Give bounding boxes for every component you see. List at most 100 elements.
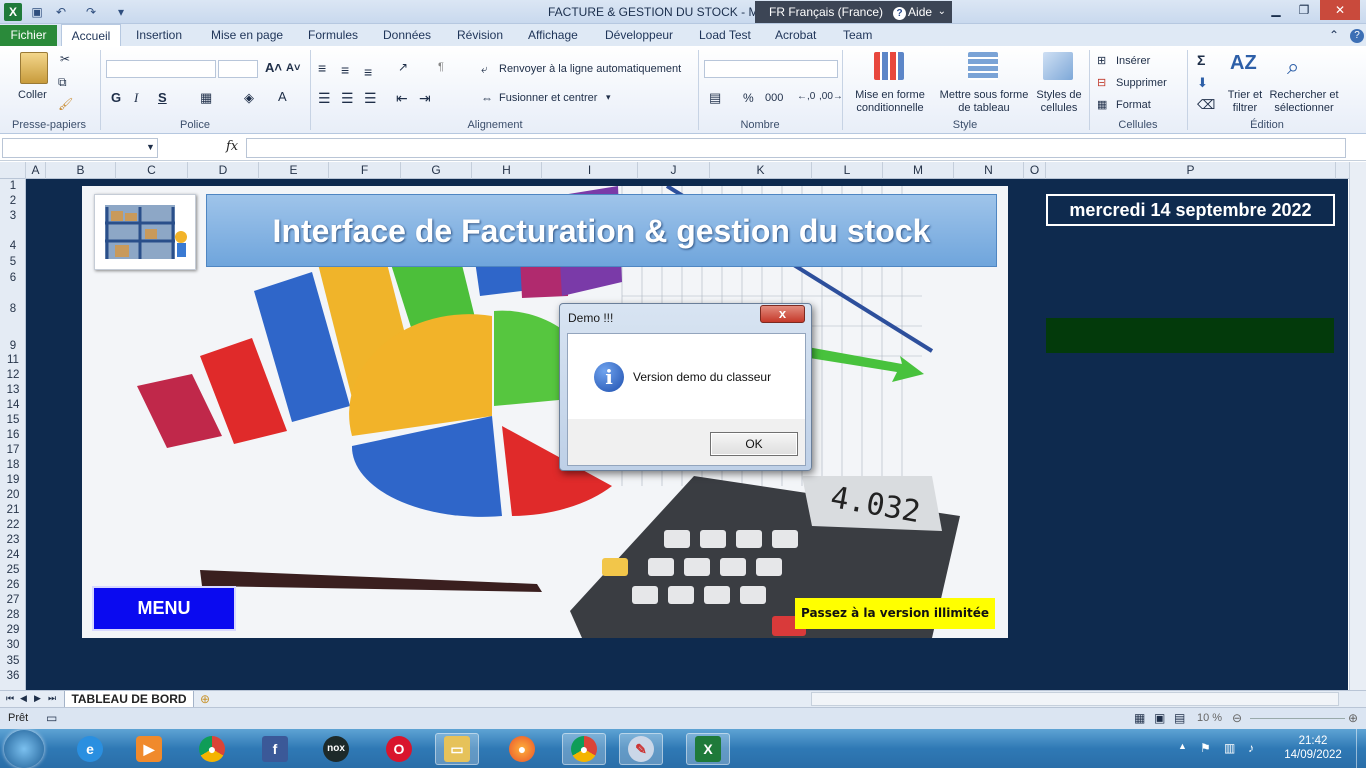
row-header[interactable]: 13 xyxy=(0,384,26,396)
column-header[interactable]: H xyxy=(472,162,542,179)
facebook-icon[interactable]: f xyxy=(253,733,297,765)
sort-filter-icon[interactable]: AZ xyxy=(1230,52,1257,75)
help-icon[interactable]: ? xyxy=(893,7,907,20)
prev-sheet-icon[interactable]: ◀ xyxy=(20,693,27,704)
currency-icon[interactable]: ▤ xyxy=(709,90,721,106)
row-header[interactable]: 29 xyxy=(0,624,26,636)
paragraph-icon[interactable]: ¶ xyxy=(438,61,444,73)
align-left-icon[interactable]: ☰ xyxy=(318,90,331,107)
show-desktop-button[interactable] xyxy=(1356,729,1366,768)
file-explorer-icon[interactable]: ▭ xyxy=(435,733,479,765)
tab-accueil[interactable]: Accueil xyxy=(61,24,121,46)
normal-view-icon[interactable]: ▦ xyxy=(1134,711,1145,725)
nox-player-icon[interactable]: nox xyxy=(314,733,358,765)
row-header[interactable]: 19 xyxy=(0,474,26,486)
close-window-button[interactable]: ✕ xyxy=(1320,0,1360,20)
tray-expand-icon[interactable]: ▲ xyxy=(1178,741,1187,751)
column-header[interactable]: F xyxy=(329,162,401,179)
tab-donnees[interactable]: Données xyxy=(383,28,431,42)
row-header[interactable]: 27 xyxy=(0,594,26,606)
row-header[interactable]: 23 xyxy=(0,534,26,546)
tab-affichage[interactable]: Affichage xyxy=(528,28,578,42)
ribbon-collapse-icon[interactable]: ⌃ xyxy=(1329,28,1339,42)
decrease-indent-icon[interactable]: ⇤ xyxy=(396,90,408,107)
warehouse-logo[interactable] xyxy=(94,194,196,270)
redo-icon[interactable]: ↷ xyxy=(82,3,100,21)
row-header[interactable]: 16 xyxy=(0,429,26,441)
language-bar[interactable]: FR Français (France)? Aide ⌄ xyxy=(755,1,952,23)
help-icon[interactable]: ? xyxy=(1350,29,1364,43)
align-middle-icon[interactable]: ≡ xyxy=(341,62,349,78)
tab-acrobat[interactable]: Acrobat xyxy=(775,28,816,42)
zoom-level[interactable]: 10 % xyxy=(1197,712,1222,724)
cut-icon[interactable]: ✂ xyxy=(60,52,70,66)
decrease-decimal-icon[interactable]: ,00→ xyxy=(819,91,843,102)
chevron-down-icon[interactable]: ▾ xyxy=(606,92,611,103)
tab-developpeur[interactable]: Développeur xyxy=(605,28,673,42)
page-layout-view-icon[interactable]: ▣ xyxy=(1154,711,1165,725)
column-header[interactable]: B xyxy=(46,162,116,179)
zoom-out-icon[interactable]: ⊖ xyxy=(1232,711,1242,725)
save-icon[interactable]: ▣ xyxy=(28,3,46,21)
column-header[interactable]: K xyxy=(710,162,812,179)
maximize-button[interactable]: ❐ xyxy=(1290,0,1318,20)
align-top-icon[interactable]: ≡ xyxy=(318,60,326,76)
row-header[interactable]: 26 xyxy=(0,579,26,591)
start-button[interactable] xyxy=(4,730,44,768)
help-label[interactable]: Aide xyxy=(908,5,932,19)
align-right-icon[interactable]: ☰ xyxy=(364,90,377,107)
column-header[interactable]: D xyxy=(188,162,259,179)
clear-icon[interactable]: ⌫ xyxy=(1197,97,1215,113)
volume-icon[interactable]: ♪ xyxy=(1248,741,1254,755)
row-header[interactable]: 17 xyxy=(0,444,26,456)
menu-button[interactable]: MENU xyxy=(92,586,236,631)
row-header[interactable]: 4 xyxy=(0,240,26,252)
fill-color-icon[interactable]: ◈ xyxy=(244,90,254,106)
customize-qat-icon[interactable]: ▾ xyxy=(112,3,130,21)
minimize-button[interactable]: ▁ xyxy=(1262,0,1290,20)
row-header[interactable]: 22 xyxy=(0,519,26,531)
wrap-text-button[interactable]: Renvoyer à la ligne automatiquement xyxy=(499,63,681,75)
undo-icon[interactable]: ↶ xyxy=(52,3,70,21)
row-header[interactable]: 6 xyxy=(0,272,26,284)
column-header[interactable]: P xyxy=(1046,162,1336,179)
taskbar-clock[interactable]: 21:42 14/09/2022 xyxy=(1275,734,1351,762)
row-header[interactable]: 1 xyxy=(0,180,26,192)
format-cells-button[interactable]: Format xyxy=(1116,99,1151,111)
internet-explorer-icon[interactable]: e xyxy=(68,733,112,765)
row-header[interactable]: 3 xyxy=(0,210,26,222)
excel-taskbar-icon[interactable]: X xyxy=(686,733,730,765)
next-sheet-icon[interactable]: ▶ xyxy=(34,693,41,704)
conditional-formatting-icon[interactable] xyxy=(874,52,904,80)
action-center-flag-icon[interactable]: ⚑ xyxy=(1200,741,1211,755)
row-header[interactable]: 11 xyxy=(0,354,26,366)
unlimited-version-button[interactable]: Passez à la version illimitée xyxy=(795,598,995,629)
media-player-icon[interactable]: ▶ xyxy=(127,733,171,765)
row-header[interactable]: 36 xyxy=(0,670,26,682)
font-size-select[interactable] xyxy=(218,60,258,78)
row-header[interactable]: 8 xyxy=(0,303,26,315)
column-header[interactable]: G xyxy=(401,162,472,179)
zoom-slider[interactable] xyxy=(1250,718,1345,719)
firefox-icon[interactable]: ● xyxy=(500,733,544,765)
paste-icon[interactable] xyxy=(20,52,48,84)
opera-icon[interactable]: O xyxy=(377,733,421,765)
conditional-formatting-button[interactable]: Mise en forme conditionnelle xyxy=(848,89,932,115)
bold-button[interactable]: G xyxy=(111,90,121,105)
horizontal-scrollbar[interactable] xyxy=(811,692,1339,706)
dialog-close-button[interactable]: x xyxy=(760,305,805,323)
shrink-font-icon[interactable]: A˅ xyxy=(286,62,300,74)
new-sheet-icon[interactable]: ⊕ xyxy=(200,692,210,706)
page-break-view-icon[interactable]: ▤ xyxy=(1174,711,1185,725)
macro-record-icon[interactable]: ▭ xyxy=(46,711,57,725)
row-header[interactable]: 21 xyxy=(0,504,26,516)
format-painter-icon[interactable]: 🖌 xyxy=(58,97,73,111)
increase-indent-icon[interactable]: ⇥ xyxy=(419,90,431,107)
last-sheet-icon[interactable]: ⏭ xyxy=(48,693,56,704)
row-header[interactable]: 25 xyxy=(0,564,26,576)
thousands-button[interactable]: 000 xyxy=(765,92,783,104)
column-header[interactable]: J xyxy=(638,162,710,179)
font-name-select[interactable] xyxy=(106,60,216,78)
network-icon[interactable]: ▥ xyxy=(1224,741,1235,755)
insert-function-icon[interactable]: fx xyxy=(226,139,238,154)
